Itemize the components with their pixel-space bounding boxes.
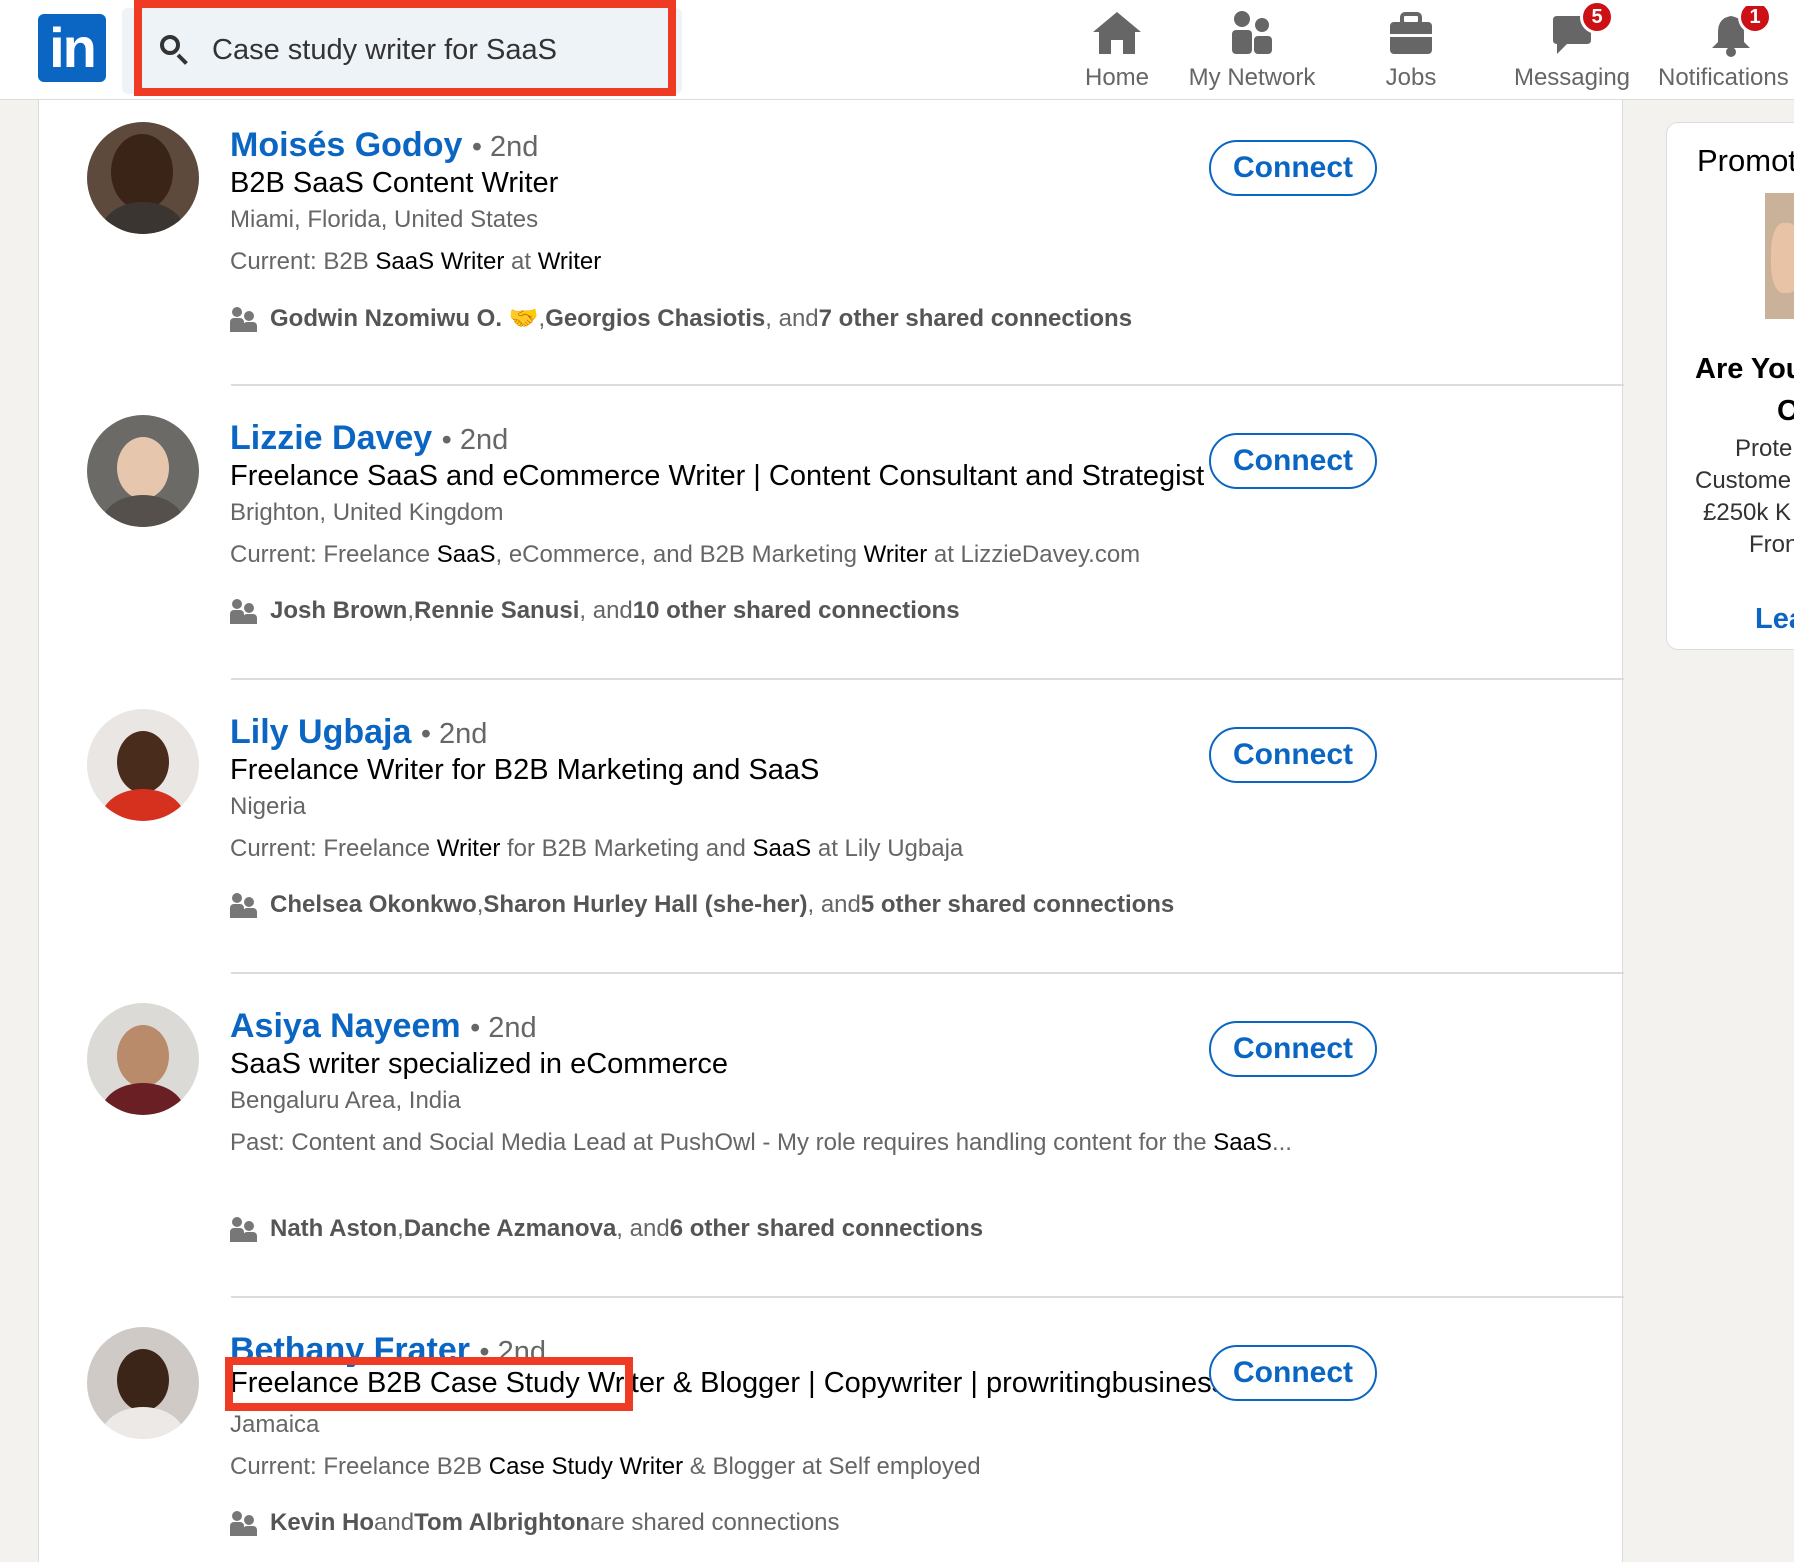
person-name-link[interactable]: Moisés Godoy [230,126,462,164]
current-position: Current: Freelance B2B Case Study Writer… [230,1453,981,1480]
shared-connections[interactable]: Nath Aston, Danche Azmanova, and 6 other… [230,1215,983,1243]
past-position: Past: Content and Social Media Lead at P… [230,1129,1292,1156]
search-highlight-box [134,0,676,96]
headline: B2B SaaS Content Writer [230,167,559,199]
name-line: Moisés Godoy • 2nd [230,126,538,165]
nav-messaging-label: Messaging [1513,64,1631,91]
shared-connections[interactable]: Chelsea Okonkwo, Sharon Hurley Hall (she… [230,891,1174,919]
promo-text-line: Fron [1749,531,1794,558]
connect-button[interactable]: Connect [1209,1021,1377,1077]
promoted-ad-panel: Promot Are You O Prote Custome £250k K F… [1666,122,1794,650]
promo-text-line: Custome [1695,467,1792,494]
promo-image[interactable] [1765,193,1794,319]
promo-title: Promot [1697,143,1794,178]
location: Brighton, United Kingdom [230,499,504,526]
location: Jamaica [230,1411,320,1438]
nav-notifications-label: Notifications [1658,64,1789,91]
connection-degree: • 2nd [420,718,488,750]
top-navbar: in Case study writer for SaaS Home My Ne… [0,0,1794,100]
headline: SaaS writer specialized in eCommerce [230,1048,729,1080]
shared-connections-icon [230,891,258,919]
avatar[interactable] [87,709,199,821]
shared-connections-icon [230,305,258,333]
connection-degree: • 2nd [441,424,509,456]
avatar[interactable] [87,1327,199,1439]
name-line: Lizzie Davey • 2nd [230,419,508,458]
home-icon [1052,6,1182,58]
divider [231,384,1624,386]
promo-learn-more-link[interactable]: Lea [1755,603,1794,636]
avatar[interactable] [87,1003,199,1115]
name-line: Asiya Nayeem • 2nd [230,1007,537,1046]
notifications-badge: 1 [1738,6,1772,34]
headline: Freelance Writer for B2B Marketing and S… [230,754,820,786]
promo-text-line: Prote [1735,435,1793,462]
connect-button[interactable]: Connect [1209,433,1377,489]
location: Miami, Florida, United States [230,206,539,233]
my-network-icon [1180,6,1324,58]
connect-button[interactable]: Connect [1209,1345,1377,1401]
nav-my-network-label: My Network [1188,64,1316,91]
person-name-link[interactable]: Lizzie Davey [230,419,432,457]
nav-home[interactable]: Home [1052,6,1182,92]
headline: Freelance SaaS and eCommerce Writer | Co… [230,460,1205,492]
current-position: Current: Freelance Writer for B2B Market… [230,835,964,862]
nav-my-network[interactable]: My Network [1180,6,1324,92]
search-results-list: Moisés Godoy • 2nd B2B SaaS Content Writ… [38,100,1624,1562]
shared-connections[interactable]: Godwin Nzomiwu O. 🤝, Georgios Chasiotis,… [230,304,1132,333]
connection-degree: • 2nd [471,131,539,163]
nav-home-label: Home [1084,64,1150,91]
name-line: Lily Ugbaja • 2nd [230,713,487,752]
promo-headline: Are You [1695,353,1794,385]
current-position: Current: B2B SaaS Writer at Writer [230,248,602,275]
bell-icon: 1 [1658,6,1794,58]
headline-highlight-box [225,1357,633,1411]
location: Bengaluru Area, India [230,1087,461,1114]
shared-connections[interactable]: Josh Brown, Rennie Sanusi, and 10 other … [230,597,960,625]
divider [231,1296,1624,1298]
divider [231,678,1624,680]
messaging-icon: 5 [1504,0,1640,58]
nav-notifications[interactable]: 1 Notifications [1658,6,1794,92]
connect-button[interactable]: Connect [1209,727,1377,783]
linkedin-logo[interactable]: in [38,14,106,82]
connection-degree: • 2nd [470,1012,537,1044]
nav-messaging[interactable]: 5 Messaging [1504,0,1640,92]
shared-connections-icon [230,1509,258,1537]
messaging-badge: 5 [1580,0,1614,34]
shared-connections-icon [230,1215,258,1243]
current-position: Current: Freelance SaaS, eCommerce, and … [230,541,1141,568]
person-name-link[interactable]: Lily Ugbaja [230,713,411,751]
shared-connections[interactable]: Kevin Ho and Tom Albrighton are shared c… [230,1509,840,1537]
nav-jobs[interactable]: Jobs [1350,6,1472,92]
briefcase-icon [1350,6,1472,58]
person-name-link[interactable]: Asiya Nayeem [230,1007,461,1045]
avatar[interactable] [87,122,199,234]
divider [231,972,1624,974]
avatar[interactable] [87,415,199,527]
promo-headline-2: O [1777,395,1794,427]
nav-jobs-label: Jobs [1385,64,1437,91]
shared-connections-icon [230,597,258,625]
connect-button[interactable]: Connect [1209,140,1377,196]
location: Nigeria [230,793,307,820]
promo-text-line: £250k K [1703,499,1792,526]
